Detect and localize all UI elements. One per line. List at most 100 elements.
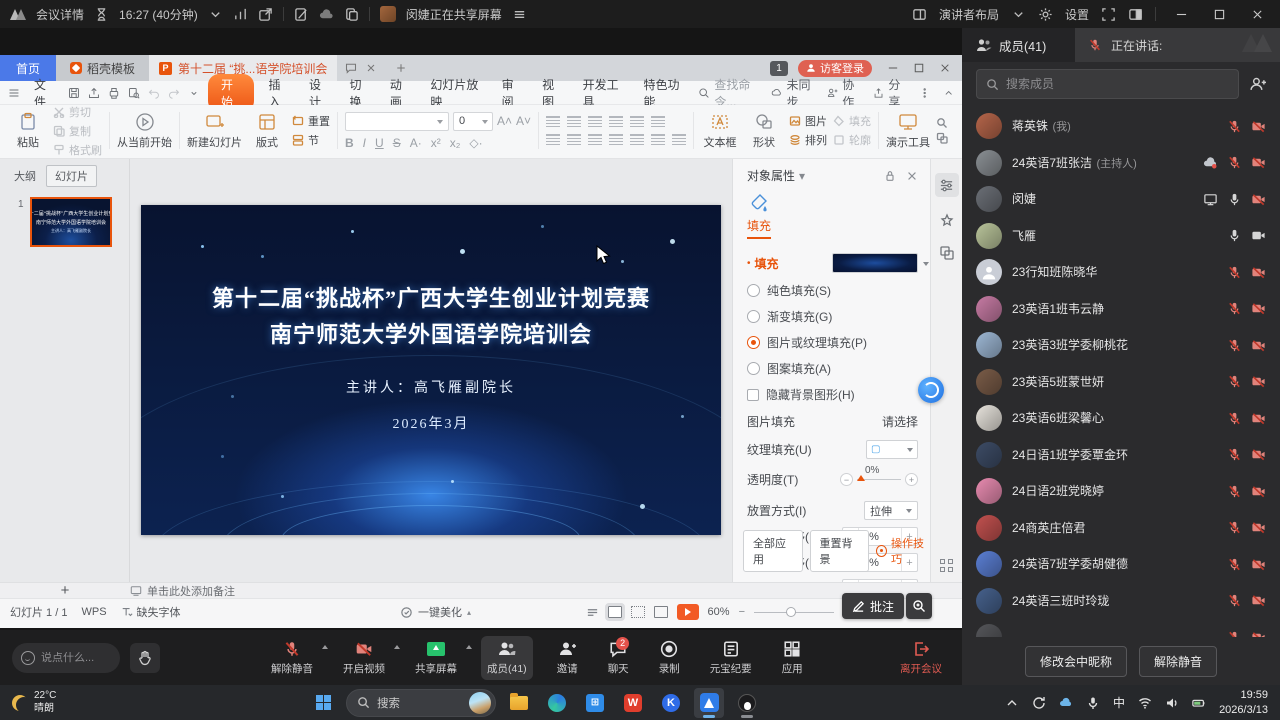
zoom-out-button[interactable]: − xyxy=(739,606,745,618)
textbox-button[interactable]: 文本框 xyxy=(701,112,739,150)
camera-icon[interactable] xyxy=(1251,593,1266,608)
apps-button[interactable]: 应用 xyxy=(776,636,809,680)
taskbar-meeting[interactable] xyxy=(694,688,724,718)
taskbar-explorer[interactable] xyxy=(504,688,534,718)
slide-sorter-button[interactable] xyxy=(631,606,645,618)
cut-button[interactable]: 剪切 xyxy=(53,104,102,120)
member-row[interactable]: 蒋英铢 (我) xyxy=(962,108,1280,145)
grid-view-icon[interactable] xyxy=(940,559,953,572)
camera-icon[interactable] xyxy=(1251,301,1266,316)
window-count-badge[interactable]: 1 xyxy=(770,61,788,76)
doc-share-icon[interactable] xyxy=(344,7,359,22)
minimize-button[interactable] xyxy=(1168,4,1194,24)
sidebar-toggle-icon[interactable] xyxy=(1128,7,1143,22)
start-button[interactable] xyxy=(308,688,338,718)
columns-button[interactable] xyxy=(651,134,665,145)
start-video-button[interactable]: 开启视频 xyxy=(337,636,391,680)
sync-tray-icon[interactable] xyxy=(1032,696,1046,710)
number-list-button[interactable] xyxy=(567,116,581,127)
tab-templates[interactable]: 稻壳模板 xyxy=(56,55,149,81)
camera-icon[interactable] xyxy=(1251,119,1266,134)
mic-tray-icon[interactable] xyxy=(1086,696,1100,710)
weather-widget[interactable]: 22°C晴朗 xyxy=(0,690,68,715)
member-row[interactable]: 24日语2班党晓婷 xyxy=(962,473,1280,510)
reset-background-button[interactable]: 重置背景 xyxy=(810,530,870,572)
taskbar-docs[interactable]: K xyxy=(656,688,686,718)
placement-select[interactable]: 拉伸 xyxy=(864,501,918,520)
mic-icon[interactable] xyxy=(1227,228,1242,243)
more-icon[interactable] xyxy=(919,86,930,100)
taskbar-edge[interactable] xyxy=(542,688,572,718)
export-icon[interactable] xyxy=(88,86,100,100)
taskbar-clock[interactable]: 19:592026/3/13 xyxy=(1219,688,1268,717)
member-row[interactable]: 24商英庄倍君 xyxy=(962,510,1280,547)
undo-icon[interactable] xyxy=(148,86,160,100)
subscript-button[interactable]: x₂ xyxy=(450,136,461,150)
text-effect-button[interactable]: ◇· xyxy=(469,136,482,150)
mic-icon[interactable] xyxy=(1227,301,1242,316)
slide[interactable]: 第十二届“挑战杯”广西大学生创业计划竞赛 南宁师范大学外国语学院培训会 主讲人：… xyxy=(141,205,721,535)
taskbar-store[interactable]: ⊞ xyxy=(580,688,610,718)
wps-close-button[interactable] xyxy=(934,59,956,77)
align-center-button[interactable] xyxy=(567,134,581,145)
member-row[interactable]: 23英语6班梁馨心 xyxy=(962,400,1280,437)
fill-tab[interactable]: 填充 xyxy=(747,192,918,239)
new-tab-icon[interactable] xyxy=(395,62,407,74)
selection-rail-button[interactable] xyxy=(939,245,955,261)
member-row[interactable]: 24英语7班学委胡健德 xyxy=(962,546,1280,583)
member-row[interactable]: 23行知班陈晓华 xyxy=(962,254,1280,291)
wifi-icon[interactable] xyxy=(1138,696,1152,710)
raise-hand-button[interactable] xyxy=(130,643,160,673)
member-row[interactable]: 24英语三班时玲珑 xyxy=(962,583,1280,620)
distribute-button[interactable] xyxy=(630,134,644,145)
text-direction-button[interactable] xyxy=(651,116,665,127)
add-slide-button[interactable]: + xyxy=(0,582,130,599)
taskbar-search-box[interactable]: 搜索 xyxy=(346,689,496,717)
radio-gradient-fill[interactable]: 渐变填充(G) xyxy=(747,308,918,325)
print-preview-icon[interactable] xyxy=(128,86,140,100)
camera-icon[interactable] xyxy=(1251,192,1266,207)
transparency-slider[interactable]: − 0% + xyxy=(840,473,918,486)
tray-expand-icon[interactable] xyxy=(1005,696,1019,710)
pin-icon[interactable] xyxy=(884,170,896,182)
mic-icon[interactable] xyxy=(1227,119,1242,134)
camera-icon[interactable] xyxy=(1251,155,1266,170)
close-button[interactable] xyxy=(1244,4,1270,24)
shapes-button[interactable]: 形状 xyxy=(745,112,783,150)
member-row[interactable] xyxy=(962,619,1280,637)
annotate-button[interactable]: 批注 xyxy=(842,593,904,619)
mic-icon[interactable] xyxy=(1227,593,1242,608)
new-slide-button[interactable]: 新建幻灯片 xyxy=(187,112,242,150)
camera-icon[interactable] xyxy=(1251,374,1266,389)
collapse-ribbon-icon[interactable] xyxy=(943,86,954,100)
section-button[interactable]: 节 xyxy=(292,132,330,148)
transparency-plus-button[interactable]: + xyxy=(905,473,918,486)
invite-button[interactable]: 邀请 xyxy=(551,636,584,680)
effects-rail-button[interactable] xyxy=(939,213,955,229)
tips-link[interactable]: 操作技巧 xyxy=(876,535,930,567)
guest-login-button[interactable]: 访客登录 xyxy=(798,60,872,77)
reading-view-button[interactable] xyxy=(654,606,668,618)
camera-icon[interactable] xyxy=(1251,228,1266,243)
member-row[interactable]: 23英语5班蒙世妍 xyxy=(962,364,1280,401)
camera-icon[interactable] xyxy=(1251,447,1266,462)
transparency-minus-button[interactable]: − xyxy=(840,473,853,486)
members-button[interactable]: 成员(41) xyxy=(481,636,533,680)
mic-icon[interactable] xyxy=(1227,155,1242,170)
rename-button[interactable]: 修改会中昵称 xyxy=(1025,646,1127,677)
outline-button[interactable]: 轮廓 xyxy=(833,132,871,148)
member-row[interactable]: 23英语1班韦云静 xyxy=(962,291,1280,328)
quick-chat-box[interactable] xyxy=(12,643,120,673)
add-member-icon[interactable] xyxy=(1249,76,1266,93)
mic-icon[interactable] xyxy=(1227,338,1242,353)
italic-button[interactable]: I xyxy=(363,136,366,150)
taskbar-wps[interactable]: W xyxy=(618,688,648,718)
minutes-button[interactable]: 元宝纪要 xyxy=(704,636,758,680)
mic-icon[interactable] xyxy=(1227,484,1242,499)
gear-icon[interactable] xyxy=(1038,7,1053,22)
align-objects-button[interactable] xyxy=(672,134,686,145)
member-row[interactable]: 23英语3班学委柳桃花 xyxy=(962,327,1280,364)
unmute-self-button[interactable]: 解除静音 xyxy=(1139,646,1217,677)
decrease-font-button[interactable]: A˅ xyxy=(516,114,531,128)
fill-button[interactable]: 填充 xyxy=(833,113,871,129)
